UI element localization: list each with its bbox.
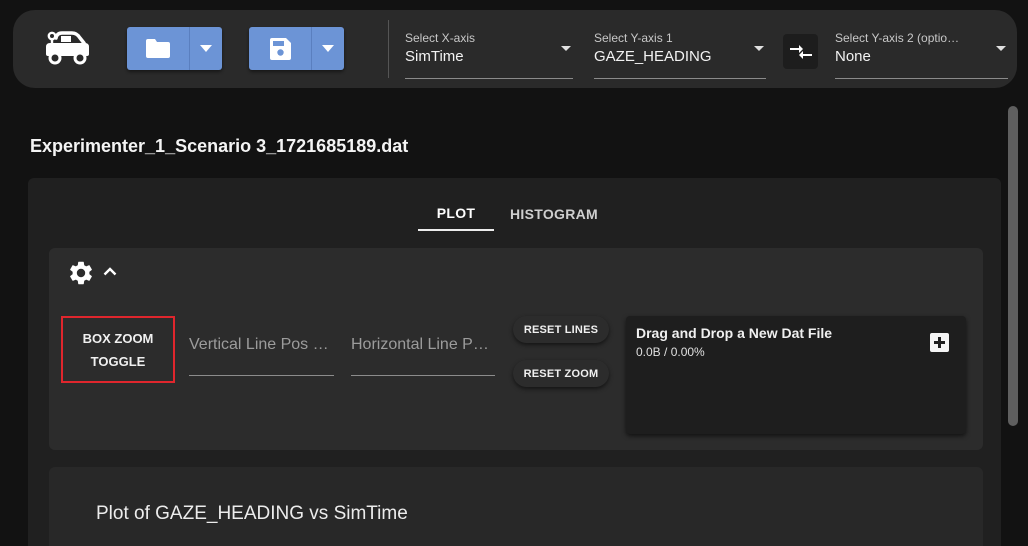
file-title: Experimenter_1_Scenario 3_1721685189.dat — [30, 136, 409, 156]
x-axis-select-label: Select X-axis — [405, 31, 476, 45]
dropzone-title: Drag and Drop a New Dat File — [636, 325, 833, 341]
box-zoom-label-line2: TOGGLE — [90, 353, 146, 369]
tab-plot[interactable]: PLOT — [418, 196, 494, 231]
dropzone-progress: 0.0B / 0.00% — [636, 345, 705, 359]
page-scrollbar[interactable] — [1008, 106, 1018, 426]
chevron-up-icon[interactable] — [103, 266, 117, 276]
caret-down-icon — [561, 46, 571, 51]
caret-down-icon — [996, 46, 1006, 51]
swap-arrows-icon — [789, 44, 812, 59]
car-logo-icon[interactable] — [40, 27, 92, 67]
horizontal-line-field — [351, 334, 495, 376]
folder-icon — [146, 39, 170, 58]
box-zoom-label-line1: BOX ZOOM — [82, 330, 154, 346]
save-dropdown-button[interactable] — [311, 27, 344, 70]
y-axis-2-select-value: None — [835, 48, 871, 65]
caret-down-icon — [754, 46, 764, 51]
file-dropzone[interactable]: Drag and Drop a New Dat File 0.0B / 0.00… — [626, 316, 966, 434]
y-axis-1-select[interactable]: Select Y-axis 1 GAZE_HEADING — [594, 27, 766, 79]
x-axis-select[interactable]: Select X-axis SimTime — [405, 27, 573, 79]
open-file-button[interactable] — [127, 27, 189, 70]
reset-zoom-button[interactable]: RESET ZOOM — [513, 360, 609, 387]
open-file-split-button — [127, 27, 222, 70]
vertical-line-input[interactable] — [189, 334, 334, 356]
y-axis-2-select-label: Select Y-axis 2 (optio… — [835, 31, 960, 45]
caret-down-icon — [200, 45, 212, 52]
y-axis-2-select[interactable]: Select Y-axis 2 (optio… None — [835, 27, 1008, 79]
vertical-line-field — [189, 334, 334, 376]
open-file-dropdown-button[interactable] — [189, 27, 222, 70]
save-split-button — [249, 27, 344, 70]
toolbar-divider — [388, 20, 389, 78]
top-toolbar: Select X-axis SimTime Select Y-axis 1 GA… — [13, 10, 1017, 88]
caret-down-icon — [322, 45, 334, 52]
plot-title: Plot of GAZE_HEADING vs SimTime — [96, 503, 408, 524]
x-axis-select-value: SimTime — [405, 48, 464, 65]
swap-axes-button[interactable] — [783, 34, 818, 69]
reset-lines-button[interactable]: RESET LINES — [513, 316, 609, 343]
save-button[interactable] — [249, 27, 311, 70]
box-zoom-toggle-button[interactable]: BOX ZOOM TOGGLE — [61, 316, 175, 383]
y-axis-1-select-value: GAZE_HEADING — [594, 48, 712, 65]
horizontal-line-input[interactable] — [351, 334, 495, 356]
gear-icon[interactable] — [67, 259, 95, 287]
y-axis-1-select-label: Select Y-axis 1 — [594, 31, 673, 45]
tab-histogram[interactable]: HISTOGRAM — [506, 196, 602, 231]
add-file-icon[interactable] — [930, 333, 949, 352]
floppy-disk-icon — [270, 37, 291, 60]
